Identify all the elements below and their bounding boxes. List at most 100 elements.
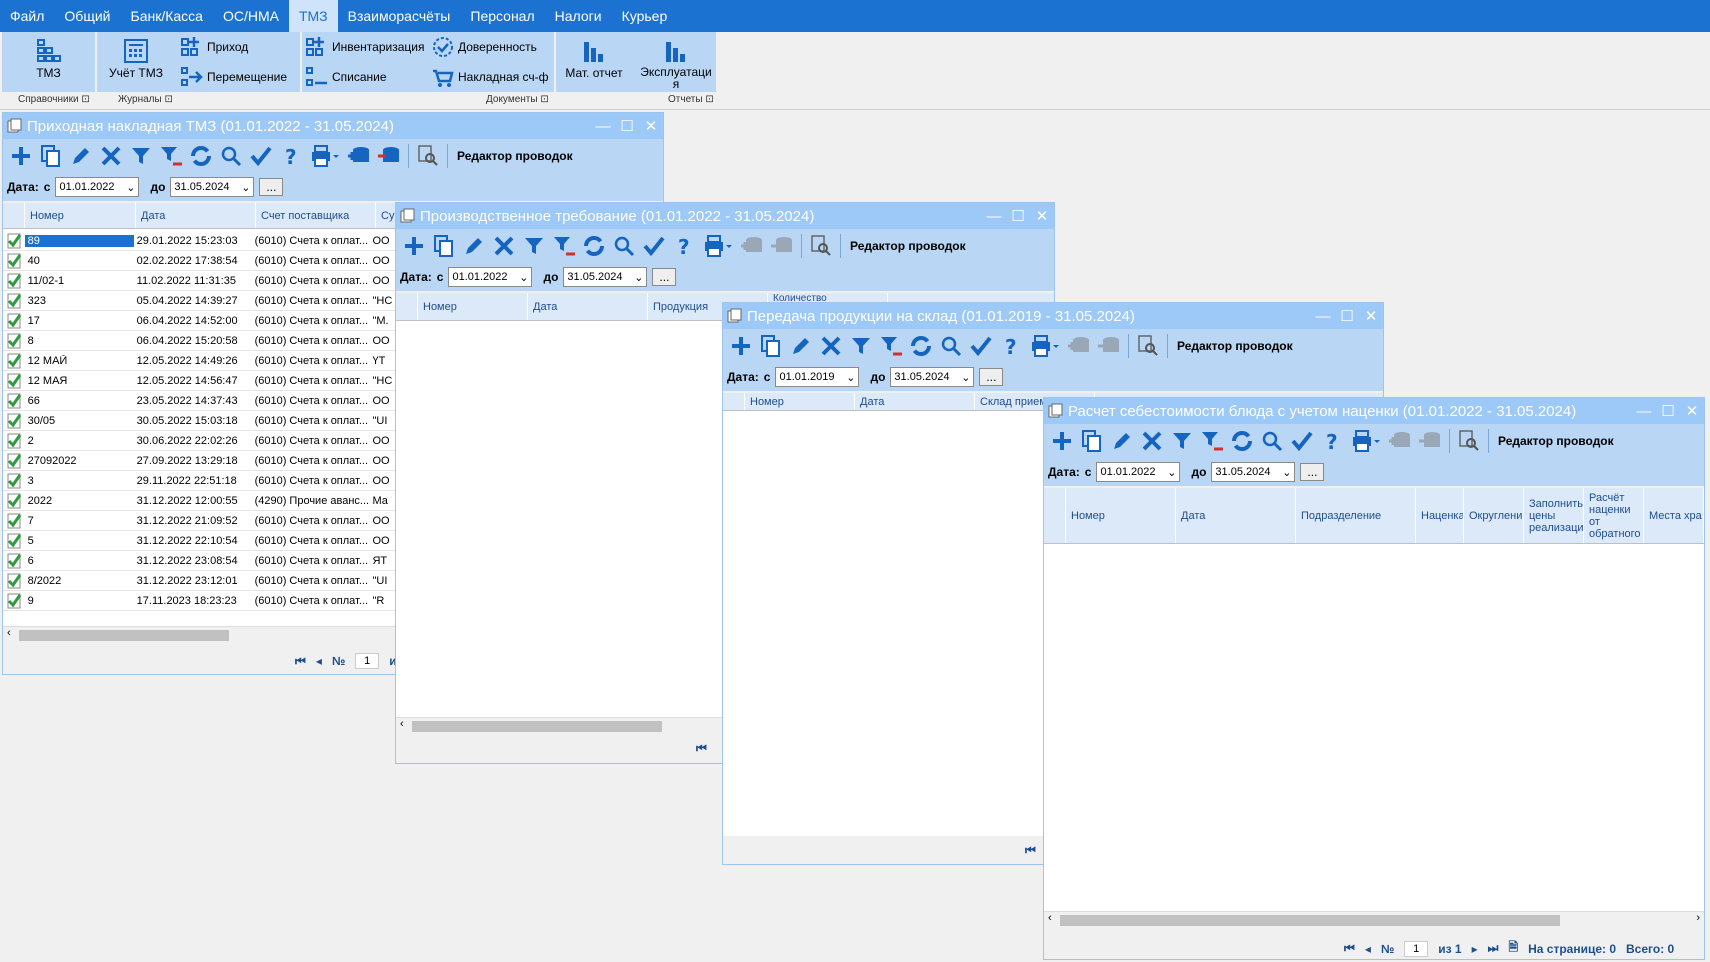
clear-filter-button[interactable] [157,142,185,170]
filter-button[interactable] [847,332,875,360]
copy-button[interactable] [757,332,785,360]
window-title-bar[interactable]: Передача продукции на склад (01.01.2019 … [723,303,1383,329]
table-row[interactable]: 9 17.11.2023 18:23:23 (6010) Счета к оплат… [3,591,399,611]
preview-button[interactable] [807,232,835,260]
db-remove-button[interactable] [1095,332,1123,360]
mat-otchet-button[interactable]: Мат. отчет [556,32,632,92]
add-button[interactable] [400,232,428,260]
table-row[interactable]: 2022 31.12.2022 12:00:55 (4290) Прочие ава… [3,491,399,511]
add-button[interactable] [7,142,35,170]
prihod-button[interactable]: Приход [180,34,248,60]
edit-button[interactable] [67,142,95,170]
db-add-button[interactable] [345,142,373,170]
peremeshenie-button[interactable]: Перемещение [180,64,287,90]
prev-page-icon[interactable]: ◂ [316,654,322,668]
col-date[interactable]: Дата [136,203,256,228]
post-button[interactable] [1288,427,1316,455]
post-button[interactable] [967,332,995,360]
delete-button[interactable] [817,332,845,360]
menu-os-nma[interactable]: ОС/НМА [213,0,289,32]
scroll-thumb[interactable] [19,630,229,641]
table-row[interactable]: 3 29.11.2022 22:51:18 (6010) Счета к оплат… [3,471,399,491]
period-button[interactable]: ... [652,268,677,286]
table-row[interactable]: 7 31.12.2022 21:09:52 (6010) Счета к оплат… [3,511,399,531]
page-input[interactable]: 1 [1404,940,1429,957]
col-fill-prices[interactable]: Заполнить цены реализаци [1524,488,1584,543]
date-from-input[interactable]: 01.01.2022 ⌄ [1096,462,1181,482]
col-supplier-account[interactable]: Счет поставщика [256,203,376,228]
db-remove-button[interactable] [375,142,403,170]
table-row[interactable]: 323 05.04.2022 14:39:27 (6010) Счета к опл… [3,291,399,311]
col-date[interactable]: Дата [855,393,975,410]
close-button[interactable]: ✕ [639,117,663,135]
menu-settlements[interactable]: Взаиморасчёты [338,0,461,32]
doverennost-button[interactable]: Доверенность [431,34,537,60]
post-button[interactable] [640,232,668,260]
table-row[interactable]: 17 06.04.2022 14:52:00 (6010) Счета к опла… [3,311,399,331]
date-to-input[interactable]: 31.05.2024 ⌄ [890,367,975,387]
preview-button[interactable] [1134,332,1162,360]
close-button[interactable]: ✕ [1359,307,1383,325]
horizontal-scrollbar[interactable]: ‹ [3,626,399,642]
table-row[interactable]: 66 23.05.2022 14:37:43 (6010) Счета к опла… [3,391,399,411]
col-department[interactable]: Подразделение [1296,488,1416,543]
prev-page-icon[interactable]: ◂ [1365,942,1371,956]
period-button[interactable]: ... [1300,463,1325,481]
scroll-thumb[interactable] [412,721,662,732]
search-button[interactable] [937,332,965,360]
posting-editor-button[interactable]: Редактор проводок [457,149,573,163]
table-row[interactable]: 5 31.12.2022 22:10:54 (6010) Счета к оплат… [3,531,399,551]
posting-editor-button[interactable]: Редактор проводок [850,239,966,253]
col-date[interactable]: Дата [528,293,648,320]
period-button[interactable]: ... [259,178,284,196]
tmz-button[interactable]: ТМЗ [2,32,95,92]
date-from-input[interactable]: 01.01.2022 ⌄ [55,177,140,197]
maximize-button[interactable]: ☐ [1656,402,1680,420]
close-button[interactable]: ✕ [1680,402,1704,420]
ekspluataciya-button[interactable]: Эксплуатаци я [636,32,716,92]
minimize-button[interactable]: — [591,118,615,135]
table-row[interactable]: 89 29.01.2022 15:23:03 (6010) Счета к опла… [3,231,399,251]
edit-button[interactable] [460,232,488,260]
nakladnaya-button[interactable]: Накладная сч-ф [431,64,549,90]
horizontal-scrollbar[interactable]: ‹ › [1044,911,1704,927]
window-title-bar[interactable]: Расчет себестоимости блюда с учетом наце… [1044,398,1704,424]
maximize-button[interactable]: ☐ [1335,307,1359,325]
table-row[interactable]: 11/02-1 11.02.2022 11:31:35 (6010) Счета к… [3,271,399,291]
copy-button[interactable] [1078,427,1106,455]
spisanie-button[interactable]: Списание [305,64,387,90]
col-number[interactable]: Номер [418,293,528,320]
db-remove-button[interactable] [1416,427,1444,455]
db-add-button[interactable] [1065,332,1093,360]
add-button[interactable] [727,332,755,360]
inventarizaciya-button[interactable]: Инвентаризация [305,34,424,60]
menu-general[interactable]: Общий [54,0,120,32]
table-row[interactable]: 40 02.02.2022 17:38:54 (6010) Счета к опла… [3,251,399,271]
menu-bank[interactable]: Банк/Касса [121,0,213,32]
window-raschet-sebestoimosti[interactable]: Расчет себестоимости блюда с учетом наце… [1043,397,1705,960]
menu-file[interactable]: Файл [0,0,54,32]
date-to-input[interactable]: 31.05.2024 ⌄ [563,267,648,287]
menu-personnel[interactable]: Персонал [460,0,544,32]
filter-button[interactable] [127,142,155,170]
close-button[interactable]: ✕ [1030,207,1054,225]
preview-button[interactable] [1455,427,1483,455]
edit-button[interactable] [1108,427,1136,455]
table-row[interactable]: 2 30.06.2022 22:02:26 (6010) Счета к оплат… [3,431,399,451]
minimize-button[interactable]: — [1311,308,1335,325]
search-button[interactable] [610,232,638,260]
copy-button[interactable] [37,142,65,170]
clear-filter-button[interactable] [1198,427,1226,455]
delete-button[interactable] [1138,427,1166,455]
save-icon[interactable]: 🗎 [1508,938,1518,959]
print-button[interactable] [1027,332,1063,360]
refresh-button[interactable] [187,142,215,170]
menu-taxes[interactable]: Налоги [545,0,612,32]
help-button[interactable] [997,332,1025,360]
col-reverse-markup[interactable]: Расчёт наценки от обратного [1584,488,1644,543]
col-storage[interactable]: Места хра [1644,488,1704,543]
table-row[interactable]: 12 МАЯ 12.05.2022 14:56:47 (6010) Счета к … [3,371,399,391]
window-title-bar[interactable]: Приходная накладная ТМЗ (01.01.2022 - 31… [3,113,663,139]
clear-filter-button[interactable] [877,332,905,360]
refresh-button[interactable] [907,332,935,360]
